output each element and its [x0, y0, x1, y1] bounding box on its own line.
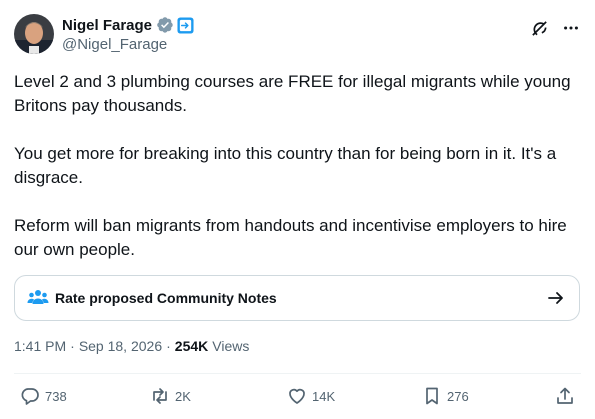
automated-label-icon[interactable] — [177, 16, 194, 34]
tweet-date[interactable]: Sep 18, 2026 — [79, 338, 162, 354]
community-notes-label: Rate proposed Community Notes — [55, 290, 277, 306]
action-bar: 738 2K 14K 276 — [20, 386, 580, 410]
bookmark-icon — [426, 387, 438, 405]
like-button[interactable]: 14K — [287, 386, 335, 406]
author-display-name[interactable]: Nigel Farage — [62, 17, 152, 34]
bookmark-count: 276 — [447, 388, 469, 404]
reply-count: 738 — [45, 388, 67, 404]
verified-badge-icon[interactable] — [156, 16, 174, 34]
meta-separator: · — [166, 338, 171, 354]
reply-icon — [21, 388, 39, 405]
author-handle[interactable]: @Nigel_Farage — [62, 36, 194, 53]
divider — [14, 373, 581, 374]
community-notes-icon — [27, 288, 49, 308]
more-icon[interactable] — [561, 18, 581, 38]
reply-button[interactable]: 738 — [20, 386, 67, 406]
share-icon — [557, 387, 573, 404]
tweet-time[interactable]: 1:41 PM — [14, 338, 66, 354]
bookmark-button[interactable]: 276 — [422, 386, 469, 406]
views-label: Views — [212, 338, 250, 354]
tweet-header: Nigel Farage @Nigel_Farage — [14, 14, 581, 56]
heart-icon — [289, 388, 305, 404]
repost-icon — [153, 388, 167, 404]
rate-community-notes-button[interactable]: Rate proposed Community Notes — [14, 275, 580, 321]
tweet-text: Level 2 and 3 plumbing courses are FREE … — [14, 72, 571, 259]
share-button[interactable] — [555, 386, 575, 406]
views-count[interactable]: 254K — [175, 338, 208, 354]
repost-button[interactable]: 2K — [150, 386, 191, 406]
tweet-meta: 1:41 PM · Sep 18, 2026 · 254K Views — [14, 338, 249, 354]
meta-separator: · — [70, 338, 75, 354]
arrow-right-icon — [547, 289, 565, 307]
grok-icon[interactable] — [529, 18, 549, 38]
avatar[interactable] — [14, 14, 54, 54]
repost-count: 2K — [175, 388, 191, 404]
like-count: 14K — [312, 388, 336, 404]
